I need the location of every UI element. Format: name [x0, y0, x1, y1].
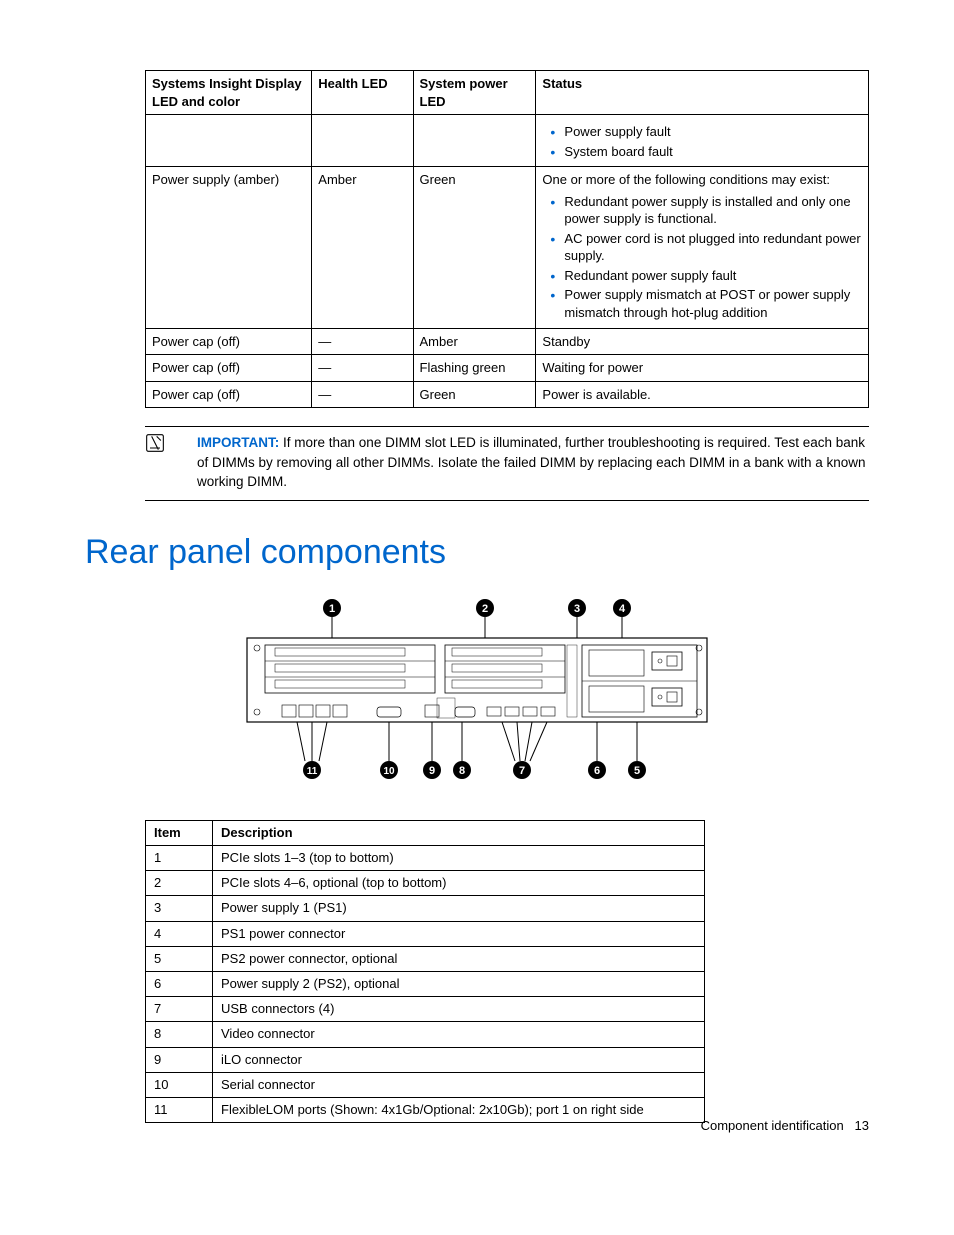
- svg-text:3: 3: [574, 603, 580, 615]
- important-body: If more than one DIMM slot LED is illumi…: [197, 435, 866, 489]
- cell-health: [312, 115, 413, 167]
- svg-text:5: 5: [634, 765, 640, 777]
- cell-item: 7: [146, 997, 213, 1022]
- cell-sid: Power supply (amber): [146, 167, 312, 328]
- th-status: Status: [536, 71, 869, 115]
- th-power: System power LED: [413, 71, 536, 115]
- table-row: Power supply (amber)AmberGreenOne or mor…: [146, 167, 869, 328]
- cell-sid: Power cap (off): [146, 328, 312, 355]
- cell-desc: PS2 power connector, optional: [213, 946, 705, 971]
- svg-text:2: 2: [482, 603, 488, 615]
- cell-health: —: [312, 328, 413, 355]
- table-row: 1PCIe slots 1–3 (top to bottom): [146, 846, 705, 871]
- cell-item: 9: [146, 1047, 213, 1072]
- cell-power: Green: [413, 167, 536, 328]
- th-health: Health LED: [312, 71, 413, 115]
- svg-text:4: 4: [619, 603, 626, 615]
- cell-desc: iLO connector: [213, 1047, 705, 1072]
- cell-health: —: [312, 355, 413, 382]
- table-row: 8Video connector: [146, 1022, 705, 1047]
- important-note: IMPORTANT: If more than one DIMM slot LE…: [145, 426, 869, 501]
- th-sid: Systems Insight Display LED and color: [146, 71, 312, 115]
- svg-text:6: 6: [594, 765, 600, 777]
- cell-power: Amber: [413, 328, 536, 355]
- table-row: Power cap (off)—Flashing greenWaiting fo…: [146, 355, 869, 382]
- cell-item: 1: [146, 846, 213, 871]
- table-row: 3Power supply 1 (PS1): [146, 896, 705, 921]
- cell-sid: Power cap (off): [146, 355, 312, 382]
- cell-desc: PS1 power connector: [213, 921, 705, 946]
- table-row: 2PCIe slots 4–6, optional (top to bottom…: [146, 871, 705, 896]
- cell-item: 4: [146, 921, 213, 946]
- cell-desc: Power supply 2 (PS2), optional: [213, 972, 705, 997]
- cell-item: 11: [146, 1097, 213, 1122]
- svg-text:8: 8: [459, 765, 465, 777]
- important-label: IMPORTANT:: [197, 435, 279, 450]
- components-table: Item Description 1PCIe slots 1–3 (top to…: [145, 820, 705, 1123]
- list-item: System board fault: [564, 143, 862, 161]
- list-item: Redundant power supply is installed and …: [564, 193, 862, 228]
- cell-desc: PCIe slots 1–3 (top to bottom): [213, 846, 705, 871]
- svg-text:10: 10: [383, 766, 395, 777]
- rear-panel-diagram: 1 2 3 4 11 10 9 8 7 6 5: [85, 590, 869, 790]
- table-row: Power supply fault System board fault: [146, 115, 869, 167]
- cell-item: 10: [146, 1072, 213, 1097]
- list-item: AC power cord is not plugged into redund…: [564, 230, 862, 265]
- table-row: 11FlexibleLOM ports (Shown: 4x1Gb/Option…: [146, 1097, 705, 1122]
- cell-desc: FlexibleLOM ports (Shown: 4x1Gb/Optional…: [213, 1097, 705, 1122]
- cell-sid: Power cap (off): [146, 381, 312, 408]
- page-footer: Component identification 13: [701, 1118, 869, 1133]
- table-row: Power cap (off)—AmberStandby: [146, 328, 869, 355]
- svg-text:7: 7: [519, 765, 525, 777]
- cell-power: Green: [413, 381, 536, 408]
- table-row: 7USB connectors (4): [146, 997, 705, 1022]
- table-row: 6Power supply 2 (PS2), optional: [146, 972, 705, 997]
- cell-desc: Video connector: [213, 1022, 705, 1047]
- cell-status: Waiting for power: [536, 355, 869, 382]
- cell-health: —: [312, 381, 413, 408]
- table-header-row: Item Description: [146, 820, 705, 845]
- table-row: 4PS1 power connector: [146, 921, 705, 946]
- cell-item: 8: [146, 1022, 213, 1047]
- cell-item: 3: [146, 896, 213, 921]
- footer-page: 13: [855, 1118, 869, 1133]
- table-row: 9iLO connector: [146, 1047, 705, 1072]
- th-desc: Description: [213, 820, 705, 845]
- th-item: Item: [146, 820, 213, 845]
- list-item: Power supply fault: [564, 123, 862, 141]
- table-row: 5PS2 power connector, optional: [146, 946, 705, 971]
- cell-status: Power supply fault System board fault: [536, 115, 869, 167]
- led-status-table: Systems Insight Display LED and color He…: [145, 70, 869, 408]
- svg-text:9: 9: [429, 765, 435, 777]
- list-item: Power supply mismatch at POST or power s…: [564, 286, 862, 321]
- cell-status: Power is available.: [536, 381, 869, 408]
- cell-item: 6: [146, 972, 213, 997]
- footer-section: Component identification: [701, 1118, 844, 1133]
- document-page: Systems Insight Display LED and color He…: [0, 0, 954, 1173]
- svg-text:11: 11: [307, 766, 318, 777]
- cell-desc: Power supply 1 (PS1): [213, 896, 705, 921]
- cell-sid: [146, 115, 312, 167]
- cell-power: Flashing green: [413, 355, 536, 382]
- section-title: Rear panel components: [85, 533, 869, 572]
- cell-status: Standby: [536, 328, 869, 355]
- table-row: Power cap (off)—GreenPower is available.: [146, 381, 869, 408]
- cell-status: One or more of the following conditions …: [536, 167, 869, 328]
- cell-item: 2: [146, 871, 213, 896]
- cell-desc: USB connectors (4): [213, 997, 705, 1022]
- table-header-row: Systems Insight Display LED and color He…: [146, 71, 869, 115]
- cell-desc: PCIe slots 4–6, optional (top to bottom): [213, 871, 705, 896]
- list-item: Redundant power supply fault: [564, 267, 862, 285]
- cell-health: Amber: [312, 167, 413, 328]
- cell-item: 5: [146, 946, 213, 971]
- table-row: 10Serial connector: [146, 1072, 705, 1097]
- cell-power: [413, 115, 536, 167]
- note-icon: [145, 433, 167, 455]
- svg-text:1: 1: [329, 603, 335, 615]
- cell-desc: Serial connector: [213, 1072, 705, 1097]
